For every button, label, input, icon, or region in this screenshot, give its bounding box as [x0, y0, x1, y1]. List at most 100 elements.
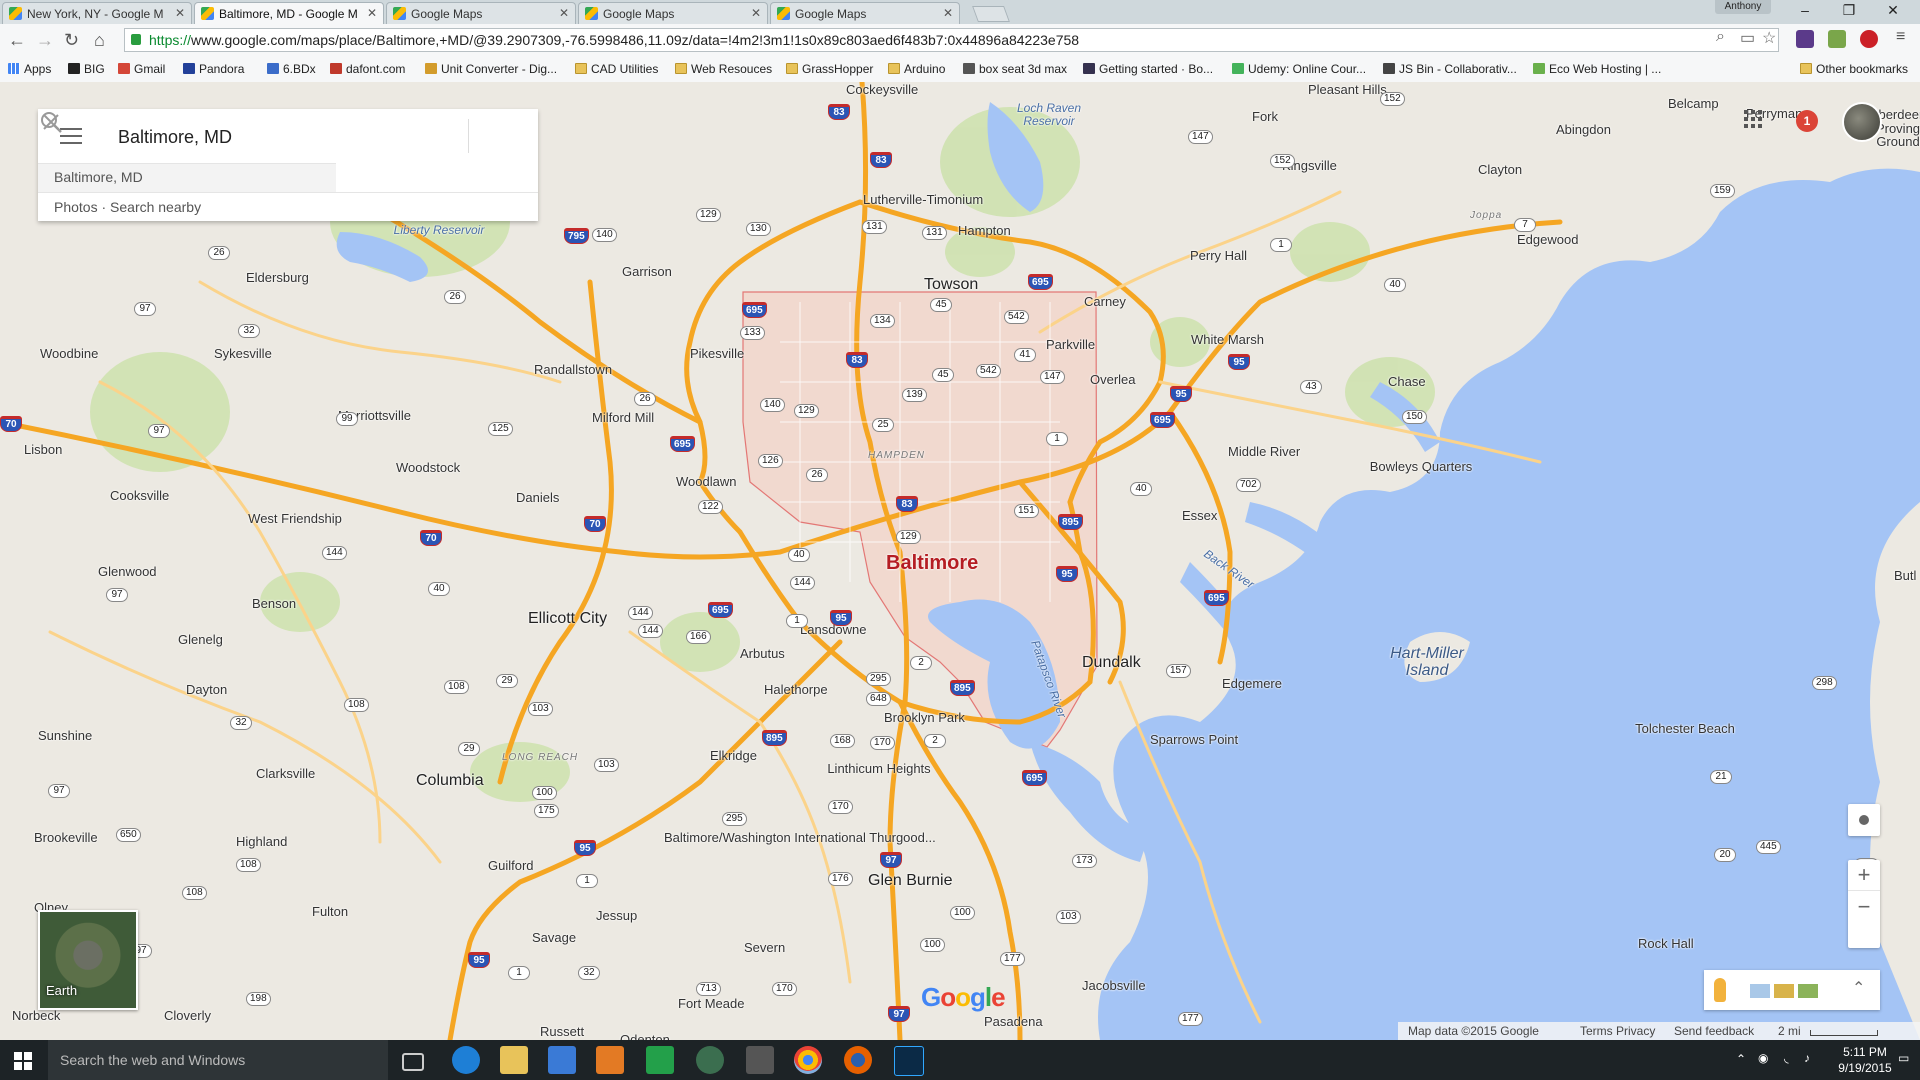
tray-app-icon[interactable]: ◉	[1758, 1051, 1768, 1065]
place-label[interactable]: Elkridge	[710, 748, 757, 763]
minimize-icon[interactable]: –	[1786, 2, 1824, 18]
zoom-in-button[interactable]: +	[1848, 860, 1880, 890]
place-label[interactable]: Eldersburg	[246, 270, 309, 285]
wifi-icon[interactable]: ◟	[1784, 1051, 1789, 1065]
file-explorer-icon[interactable]	[500, 1046, 528, 1074]
place-label[interactable]: Pasadena	[984, 1014, 1043, 1029]
search-suggestion[interactable]: Baltimore, MD	[38, 163, 336, 192]
place-label[interactable]: Glenelg	[178, 632, 223, 647]
chevron-up-icon[interactable]: ⌃	[1852, 978, 1865, 998]
bookmark-pandora[interactable]: Pandora	[183, 62, 244, 76]
tab-close-icon[interactable]: ✕	[559, 6, 569, 20]
zoom-out-button[interactable]: −	[1848, 892, 1880, 922]
back-icon[interactable]: ←	[8, 30, 26, 51]
place-label[interactable]: Woodlawn	[676, 474, 736, 489]
pegman-icon[interactable]	[1714, 978, 1726, 1002]
privacy-link[interactable]: Privacy	[1616, 1022, 1655, 1040]
place-label[interactable]: Sparrows Point	[1150, 732, 1238, 747]
bookmark-other-folder[interactable]: Other bookmarks	[1800, 62, 1908, 76]
extension-icon[interactable]	[1796, 30, 1814, 48]
bookmark-star-icon[interactable]: ☆	[1762, 28, 1776, 48]
place-label[interactable]: Highland	[236, 834, 287, 849]
place-label[interactable]: Halethorpe	[764, 682, 828, 697]
place-label[interactable]: Loch Raven Reservoir	[994, 102, 1104, 127]
place-label[interactable]: Sunshine	[38, 728, 92, 743]
place-label[interactable]: Savage	[532, 930, 576, 945]
place-label[interactable]: Brookeville	[34, 830, 98, 845]
notification-badge[interactable]: 1	[1796, 110, 1818, 132]
place-label[interactable]: Woodbine	[40, 346, 98, 361]
place-label[interactable]: Guilford	[488, 858, 534, 873]
place-label[interactable]: Cloverly	[164, 1008, 211, 1023]
place-label[interactable]: Rock Hall	[1638, 936, 1694, 951]
browser-tab[interactable]: Google Maps ✕	[386, 2, 576, 24]
volume-icon[interactable]: ♪	[1804, 1051, 1810, 1065]
place-label[interactable]: Glen Burnie	[868, 872, 953, 890]
bookmark-box-seat[interactable]: box seat 3d max	[963, 62, 1067, 76]
close-icon[interactable]	[38, 109, 64, 135]
bookmark-6bdx[interactable]: 6.BDx	[267, 62, 316, 76]
my-location-button[interactable]	[1848, 804, 1880, 836]
system-clock[interactable]: 5:11 PM 9/19/2015	[1830, 1044, 1900, 1076]
windows-start-icon[interactable]	[14, 1052, 32, 1070]
place-label[interactable]: Norbeck	[12, 1008, 60, 1023]
bookmark-folder-arduino[interactable]: Arduino	[888, 62, 945, 76]
tray-chevron-icon[interactable]: ⌃	[1736, 1052, 1746, 1066]
place-label[interactable]: Cooksville	[110, 488, 169, 503]
place-label[interactable]: Benson	[252, 596, 296, 611]
place-label[interactable]: White Marsh	[1191, 332, 1264, 347]
extension-icon[interactable]	[1828, 30, 1846, 48]
zoom-icon[interactable]: ⌕	[1716, 28, 1725, 46]
place-label[interactable]: Jacobsville	[1082, 978, 1146, 993]
place-label[interactable]: Russett	[540, 1024, 584, 1039]
bookmark-unit-converter[interactable]: Unit Converter - Dig...	[425, 62, 557, 76]
place-label[interactable]: Middle River	[1228, 444, 1300, 459]
place-label[interactable]: Pleasant Hills	[1308, 82, 1387, 97]
browser-tab-active[interactable]: Baltimore, MD - Google M ✕	[194, 2, 384, 24]
place-label[interactable]: Essex	[1182, 508, 1217, 523]
bookmark-getting-started[interactable]: Getting started · Bo...	[1083, 62, 1213, 76]
chrome-icon[interactable]	[794, 1046, 822, 1074]
place-label[interactable]: Bowleys Quarters	[1366, 460, 1476, 474]
terms-link[interactable]: Terms	[1580, 1022, 1613, 1040]
earth-view-toggle[interactable]: Earth	[38, 910, 138, 1010]
place-label[interactable]: Chase	[1388, 374, 1426, 389]
send-feedback-link[interactable]: Send feedback	[1674, 1022, 1754, 1040]
place-label[interactable]: Clayton	[1478, 162, 1522, 177]
bookmark-folder-web[interactable]: Web Resouces	[675, 62, 772, 76]
place-label[interactable]: Hampton	[958, 223, 1011, 238]
place-label[interactable]: Dundalk	[1082, 654, 1141, 672]
google-apps-icon[interactable]	[1744, 110, 1762, 128]
browser-tab[interactable]: Google Maps ✕	[770, 2, 960, 24]
terrain-layer-icon[interactable]	[1798, 984, 1818, 998]
map-canvas[interactable]: Cockeysville Loch Raven Reservoir Luthervi…	[0, 82, 1920, 1040]
place-label[interactable]: Edgemere	[1222, 676, 1282, 691]
place-label[interactable]: Pikesville	[690, 346, 744, 361]
store-icon[interactable]	[548, 1046, 576, 1074]
forward-icon[interactable]: →	[36, 30, 54, 51]
browser-tab[interactable]: New York, NY - Google M ✕	[2, 2, 192, 24]
close-window-icon[interactable]: ✕	[1874, 2, 1912, 19]
place-label[interactable]: Lutherville-Timonium	[863, 192, 983, 207]
place-label[interactable]: LONG REACH	[502, 752, 578, 763]
place-label[interactable]: Abingdon	[1556, 122, 1611, 137]
maximize-icon[interactable]: ❐	[1830, 2, 1868, 19]
place-label[interactable]: Butl	[1894, 568, 1916, 583]
bookmark-folder-grasshopper[interactable]: GrassHopper	[786, 62, 873, 76]
place-label[interactable]: Columbia	[416, 772, 484, 790]
place-label[interactable]: Lisbon	[24, 442, 62, 457]
place-label[interactable]: Odenton	[620, 1032, 670, 1040]
reload-icon[interactable]: ↻	[64, 30, 79, 51]
place-label[interactable]: Severn	[744, 940, 785, 955]
firefox-icon[interactable]	[844, 1046, 872, 1074]
place-actions[interactable]: Photos · Search nearby	[38, 192, 538, 221]
bookmark-dafont[interactable]: dafont.com	[330, 62, 405, 76]
bookmark-big[interactable]: BIG	[68, 62, 105, 76]
place-label[interactable]: Towson	[924, 276, 978, 294]
bookmark-eco-web-hosting[interactable]: Eco Web Hosting | ...	[1533, 62, 1661, 76]
place-label[interactable]: Milford Mill	[592, 410, 654, 425]
taskbar-search[interactable]: Search the web and Windows	[48, 1040, 388, 1080]
place-label[interactable]: Arbutus	[740, 646, 785, 661]
place-label[interactable]: Parkville	[1046, 337, 1095, 352]
place-label[interactable]: Clarksville	[256, 766, 315, 781]
